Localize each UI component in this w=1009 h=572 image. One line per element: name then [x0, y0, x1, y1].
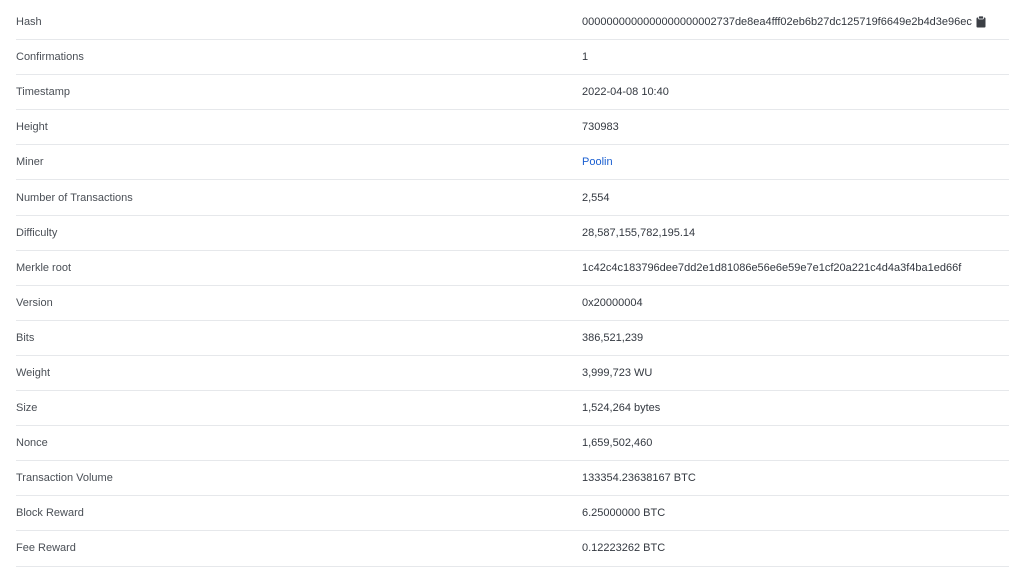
- height-value: 730983: [582, 121, 619, 134]
- merkle-root-value: 1c42c4c183796dee7dd2e1d81086e56e6e59e7e1…: [582, 261, 962, 274]
- difficulty-label: Difficulty: [16, 226, 58, 239]
- row-confirmations: Confirmations 1: [16, 40, 1009, 76]
- row-tx-volume: Transaction Volume 133354.23638167 BTC: [16, 461, 1009, 497]
- version-value: 0x20000004: [582, 296, 643, 309]
- bits-value: 386,521,239: [582, 331, 644, 344]
- height-label: Height: [16, 121, 48, 134]
- tx-count-label: Number of Transactions: [16, 191, 133, 204]
- fee-reward-value: 0.12223262 BTC: [582, 542, 666, 555]
- timestamp-label: Timestamp: [16, 86, 70, 99]
- row-block-reward: Block Reward 6.25000000 BTC: [16, 496, 1009, 532]
- nonce-label: Nonce: [16, 437, 48, 450]
- hash-value[interactable]: 0000000000000000000002737de8ea4fff02eb6b…: [582, 16, 972, 28]
- row-fee-reward: Fee Reward 0.12223262 BTC: [16, 531, 1009, 567]
- size-value: 1,524,264 bytes: [582, 402, 661, 415]
- tx-count-value: 2,554: [582, 191, 610, 204]
- size-label: Size: [16, 402, 38, 415]
- row-tx-count: Number of Transactions 2,554: [16, 180, 1009, 216]
- clipboard-icon[interactable]: [976, 15, 986, 28]
- confirmations-value: 1: [582, 51, 589, 64]
- row-bits: Bits 386,521,239: [16, 321, 1009, 356]
- fee-reward-label: Fee Reward: [16, 542, 76, 555]
- difficulty-value: 28,587,155,782,195.14: [582, 226, 696, 239]
- row-nonce: Nonce 1,659,502,460: [16, 426, 1009, 462]
- confirmations-label: Confirmations: [16, 51, 84, 64]
- bits-label: Bits: [16, 331, 35, 344]
- tx-volume-value: 133354.23638167 BTC: [582, 472, 696, 485]
- row-weight: Weight 3,999,723 WU: [16, 356, 1009, 392]
- nonce-value: 1,659,502,460: [582, 437, 653, 450]
- block-reward-value: 6.25000000 BTC: [582, 507, 666, 520]
- merkle-root-label: Merkle root: [16, 261, 72, 274]
- weight-value: 3,999,723 WU: [582, 366, 653, 379]
- miner-link[interactable]: Poolin: [582, 156, 613, 168]
- row-size: Size 1,524,264 bytes: [16, 391, 1009, 427]
- row-hash: Hash 0000000000000000000002737de8ea4fff0…: [16, 5, 1009, 41]
- block-details-table: Hash 0000000000000000000002737de8ea4fff0…: [16, 5, 1009, 567]
- row-miner: Miner Poolin: [16, 145, 1009, 181]
- miner-label: Miner: [16, 156, 44, 169]
- row-height: Height 730983: [16, 110, 1009, 146]
- weight-label: Weight: [16, 366, 51, 379]
- hash-label: Hash: [16, 16, 42, 29]
- miner-value-cell: Poolin: [582, 156, 1009, 168]
- tx-volume-label: Transaction Volume: [16, 472, 113, 485]
- timestamp-value: 2022-04-08 10:40: [582, 86, 669, 99]
- row-timestamp: Timestamp 2022-04-08 10:40: [16, 75, 1009, 111]
- row-version: Version 0x20000004: [16, 286, 1009, 321]
- row-merkle-root: Merkle root 1c42c4c183796dee7dd2e1d81086…: [16, 251, 1009, 286]
- block-reward-label: Block Reward: [16, 507, 84, 520]
- row-difficulty: Difficulty 28,587,155,782,195.14: [16, 216, 1009, 251]
- hash-value-cell: 0000000000000000000002737de8ea4fff02eb6b…: [582, 15, 1009, 28]
- version-label: Version: [16, 296, 53, 309]
